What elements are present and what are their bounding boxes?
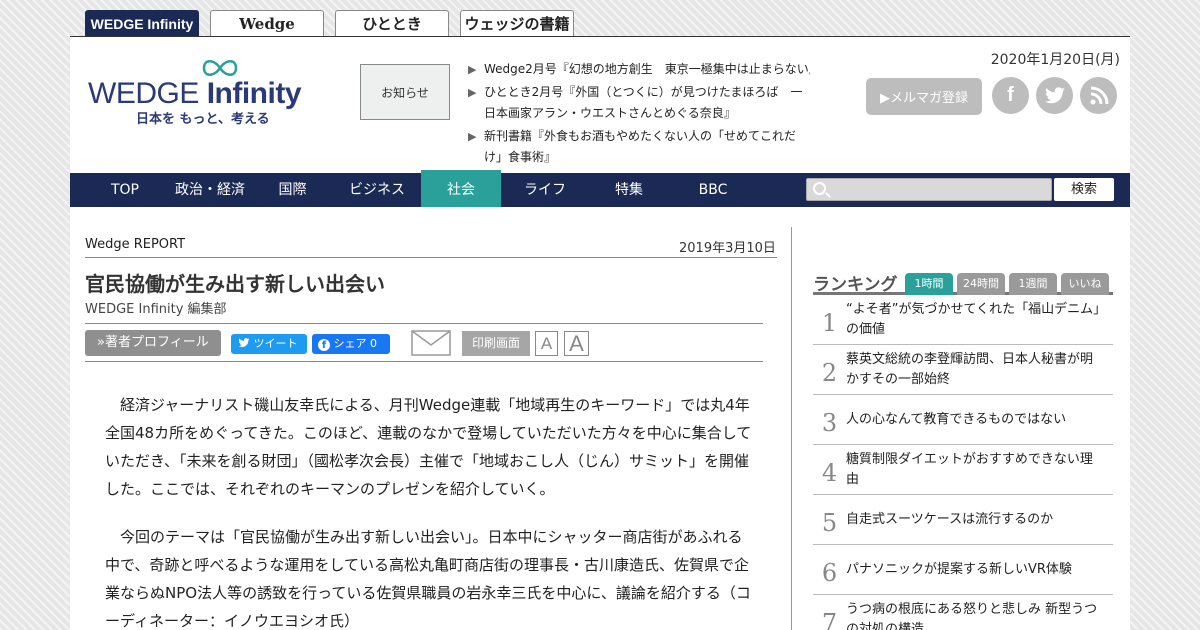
ranking-panel: ランキング 1時間 24時間 1週間 いいね 1 “よそ者”が気づかせてくれた「…	[813, 270, 1113, 630]
ranking-number: 1	[821, 308, 838, 337]
triangle-right-icon: ▶	[468, 86, 477, 99]
ranking-number: 3	[821, 408, 838, 437]
nav-item-bbc[interactable]: BBC	[673, 173, 753, 207]
news-list: ▶ Wedge2月号『幻想の地方創生 東京一極集中は止まらない』 ▶ ひととき2…	[468, 59, 813, 170]
triangle-right-icon: ▶	[468, 63, 477, 76]
facebook-icon: f	[318, 339, 330, 351]
ranking-number: 7	[821, 608, 838, 630]
font-size-large-button[interactable]: A	[564, 331, 589, 356]
ranking-text: 自走式スーツケースは流行するのか	[846, 511, 1054, 527]
ranking-tab-likes[interactable]: いいね	[1061, 273, 1109, 295]
article-author: WEDGE Infinity 編集部	[85, 302, 227, 317]
site-tab-label: WEDGE Infinity	[90, 15, 194, 32]
newsletter-button[interactable]: ▶メルマガ登録	[866, 78, 982, 115]
site-tabs: WEDGE Infinity Wedge ひととき ウェッジの書籍	[85, 10, 574, 37]
mail-icon[interactable]	[411, 330, 451, 356]
nav-item-business[interactable]: ビジネス	[332, 173, 422, 207]
ranking-text: 糖質制限ダイエットがおすすめできない理由	[846, 451, 1093, 487]
nav-item-top[interactable]: TOP	[85, 173, 165, 207]
page: WEDGE Infinity 日本を もっと、考える お知らせ ▶ Wedge2…	[70, 36, 1130, 630]
nav-item-politics-economy[interactable]: 政治・経済	[165, 173, 255, 207]
site-tab-wedge-infinity[interactable]: WEDGE Infinity	[85, 10, 199, 36]
social-links: f	[992, 77, 1117, 114]
author-profile-button[interactable]: »著者プロフィール	[85, 330, 221, 356]
twitter-icon	[238, 338, 250, 348]
font-size-small-button[interactable]: A	[535, 331, 558, 356]
divider	[85, 257, 777, 258]
nav-item-society[interactable]: 社会	[421, 170, 501, 207]
nav-item-special[interactable]: 特集	[589, 173, 669, 207]
ranking-text: うつ病の根底にある怒りと悲しみ 新型うつの対処の構造	[846, 601, 1098, 630]
ranking-text: 人の心なんて教育できるものではない	[846, 411, 1067, 427]
search-button[interactable]: 検索	[1054, 178, 1114, 201]
ranking-tab-1w[interactable]: 1週間	[1009, 273, 1057, 295]
tweet-button[interactable]: ツイート	[231, 334, 307, 354]
ranking-tab-1h[interactable]: 1時間	[905, 273, 953, 295]
article-title: 官民協働が生み出す新しい出会い	[85, 272, 385, 296]
nav-item-international[interactable]: 国際	[255, 173, 330, 207]
tweet-label: ツイート	[253, 337, 298, 350]
news-item[interactable]: ▶ 新刊書籍『外食もお酒もやめたくない人の「せめてこれだけ」食事術』	[468, 126, 813, 168]
ranking-text: “よそ者”が気づかせてくれた「福山デニム」の価値	[846, 301, 1100, 337]
article-category[interactable]: Wedge REPORT	[85, 237, 185, 252]
notice-label: お知らせ	[381, 85, 429, 100]
article-body: 経済ジャーナリスト磯山友幸氏による、月刊Wedge連載「地域再生のキーワード」で…	[105, 391, 755, 630]
search-input[interactable]	[806, 178, 1052, 201]
site-tab-wedge[interactable]: Wedge	[210, 10, 324, 36]
print-button[interactable]: 印刷画面	[462, 331, 530, 356]
article-date: 2019年3月10日	[679, 241, 776, 256]
divider	[85, 323, 763, 324]
ranking-item[interactable]: 1 “よそ者”が気づかせてくれた「福山デニム」の価値	[813, 295, 1113, 345]
ranking-tab-24h[interactable]: 24時間	[957, 273, 1005, 295]
logo-wedge-text: WEDGE	[88, 77, 199, 110]
ranking-number: 5	[821, 508, 838, 537]
site-tab-books[interactable]: ウェッジの書籍	[460, 10, 574, 36]
site-logo[interactable]: WEDGE Infinity 日本を もっと、考える	[88, 55, 318, 127]
facebook-icon[interactable]: f	[992, 77, 1029, 114]
newsletter-label: ▶メルマガ登録	[880, 91, 968, 106]
search-icon	[813, 182, 826, 195]
site-tab-label: ひととき	[362, 15, 422, 33]
twitter-icon[interactable]	[1036, 77, 1073, 114]
column-divider	[791, 227, 792, 630]
ranking-number: 4	[821, 458, 838, 487]
share-label: シェア 0	[333, 337, 378, 350]
ranking-item[interactable]: 2 蔡英文総統の李登輝訪問、日本人秘書が明かすその一部始終	[813, 345, 1113, 395]
rss-icon[interactable]	[1080, 77, 1117, 114]
nav-item-life[interactable]: ライフ	[505, 173, 585, 207]
site-tab-label: Wedge	[239, 14, 295, 33]
logo-tagline: 日本を もっと、考える	[136, 112, 270, 127]
news-item[interactable]: ▶ Wedge2月号『幻想の地方創生 東京一極集中は止まらない』	[468, 59, 813, 80]
ranking-header: ランキング 1時間 24時間 1週間 いいね	[813, 270, 1113, 295]
news-item[interactable]: ▶ ひととき2月号『外国（とつくに）が見つけたまほろば 一日本画家アラン・ウエス…	[468, 82, 813, 124]
logo-infinity-text: Infinity	[206, 77, 302, 110]
ranking-text: パナソニックが提案する新しいVR体験	[846, 561, 1072, 577]
news-text: Wedge2月号『幻想の地方創生 東京一極集中は止まらない』	[484, 62, 810, 76]
news-text: ひととき2月号『外国（とつくに）が見つけたまほろば 一日本画家アラン・ウエストさ…	[484, 85, 803, 120]
site-tab-hitotoki[interactable]: ひととき	[335, 10, 449, 36]
ranking-item[interactable]: 6 パナソニックが提案する新しいVR体験	[813, 545, 1113, 595]
ranking-number: 6	[821, 558, 838, 587]
infinity-loop-icon	[202, 60, 238, 76]
article-paragraph: 経済ジャーナリスト磯山友幸氏による、月刊Wedge連載「地域再生のキーワード」で…	[105, 396, 752, 498]
main-nav: TOP 政治・経済 国際 ビジネス 社会 ライフ 特集 BBC 検索	[70, 170, 1130, 207]
news-text: 新刊書籍『外食もお酒もやめたくない人の「せめてこれだけ」食事術』	[484, 129, 797, 164]
header: WEDGE Infinity 日本を もっと、考える お知らせ ▶ Wedge2…	[70, 37, 1130, 173]
ranking-number: 2	[821, 358, 838, 387]
current-date: 2020年1月20日(月)	[990, 52, 1120, 68]
ranking-item[interactable]: 5 自走式スーツケースは流行するのか	[813, 495, 1113, 545]
ranking-item[interactable]: 7 うつ病の根底にある怒りと悲しみ 新型うつの対処の構造	[813, 595, 1113, 630]
ranking-item[interactable]: 3 人の心なんて教育できるものではない	[813, 395, 1113, 445]
article-paragraph: 今回のテーマは「官民協働が生み出す新しい出会い」。日本中にシャッター商店街があふ…	[105, 528, 751, 630]
notice-box[interactable]: お知らせ	[360, 64, 450, 120]
ranking-title: ランキング	[813, 275, 898, 295]
site-tab-label: ウェッジの書籍	[464, 15, 570, 33]
logo-wordmark: WEDGE Infinity	[88, 77, 302, 111]
divider	[85, 361, 763, 362]
ranking-item[interactable]: 4 糖質制限ダイエットがおすすめできない理由	[813, 445, 1113, 495]
ranking-text: 蔡英文総統の李登輝訪問、日本人秘書が明かすその一部始終	[846, 351, 1094, 387]
facebook-share-button[interactable]: f シェア 0	[312, 334, 390, 354]
triangle-right-icon: ▶	[468, 130, 477, 143]
